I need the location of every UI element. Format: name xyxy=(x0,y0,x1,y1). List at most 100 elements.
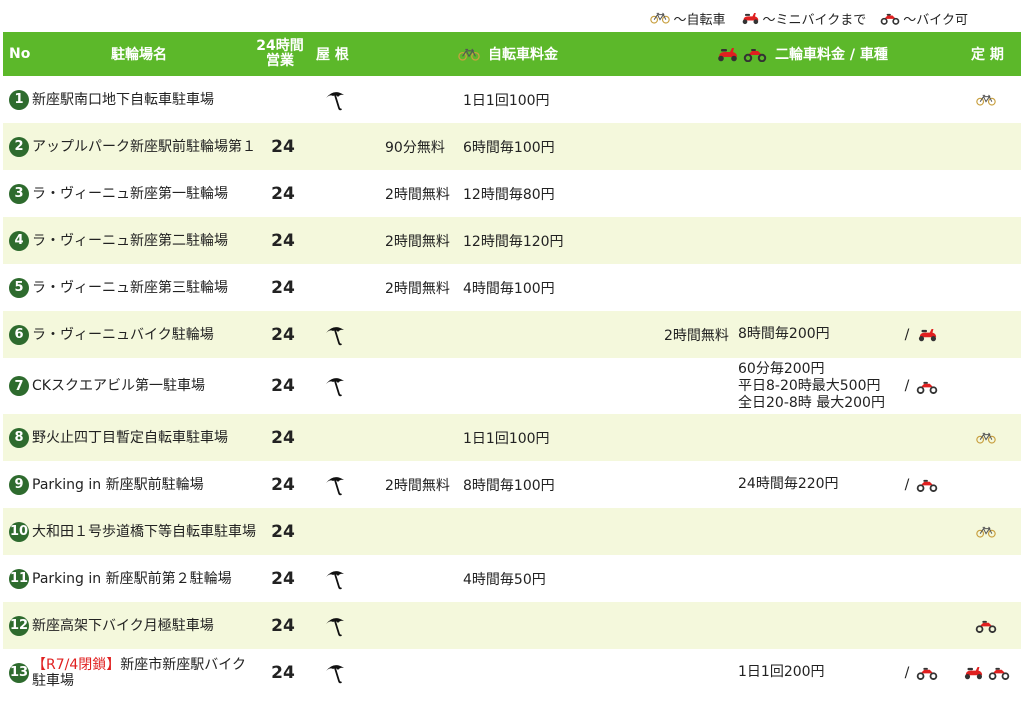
parking-name: 野火止四丁目暫定自転車駐車場 xyxy=(32,430,228,446)
roof-cell xyxy=(321,311,349,358)
row-number-badge: 11 xyxy=(9,568,29,589)
pass-cell xyxy=(948,123,1023,170)
table-row: 9 Parking in 新座駅前駐輪場 24 2時間無料 8時間毎100円 24時間毎2… xyxy=(3,461,1021,508)
row-number-badge: 2 xyxy=(9,136,29,157)
row-number-badge: 9 xyxy=(9,474,29,495)
fee-type-separator: / xyxy=(904,326,910,343)
fee-type-separator: / xyxy=(904,664,910,681)
scooter-icon xyxy=(715,46,739,62)
table-row: 4 ラ・ヴィーニュ新座第二駐輪場 24 2時間無料 12時間毎120円 xyxy=(3,217,1021,264)
vehicle-type-cell xyxy=(913,555,941,602)
motorbike-icon xyxy=(916,379,938,394)
roof-cell xyxy=(321,602,349,649)
fee-type-separator xyxy=(901,217,913,264)
motorbike-free-time xyxy=(664,76,736,123)
table-header: No 駐輪場名 24時間 営業 屋 根 自転車料金 二輪車料金 / 車種 定 期 xyxy=(3,32,1021,76)
motorbike-icon xyxy=(975,618,997,633)
parking-name-text: ラ・ヴィーニュバイク駐輪場 xyxy=(32,326,214,343)
pass-cell xyxy=(948,508,1023,555)
table-row: 12 新座高架下バイク月極駐車場 24 xyxy=(3,602,1021,649)
motorbike-free-time xyxy=(664,217,736,264)
parking-name-text: 新座高架下バイク月極駐車場 xyxy=(32,617,214,634)
motorbike-fee xyxy=(738,508,898,555)
bicycle-free-time: 2時間無料 xyxy=(385,186,450,203)
vehicle-type-cell xyxy=(913,123,941,170)
bicycle-free-time: 90分無料 xyxy=(385,139,445,156)
bicycle-fee: 12時間毎80円 xyxy=(463,186,555,203)
bicycle-fee xyxy=(463,311,643,358)
bicycle-free-time xyxy=(385,414,459,461)
bicycle-free-time: 2時間無料 xyxy=(385,233,450,250)
motorbike-free-time xyxy=(664,414,736,461)
row-number-cell: 13 xyxy=(8,649,30,696)
fee-type-separator xyxy=(901,264,913,311)
table-row: 13 【R7/4閉鎖】新座市新座駅バイク駐車場 24 1日1回200円 / xyxy=(3,649,1021,696)
parking-name-text: ラ・ヴィーニュ新座第二駐輪場 xyxy=(32,232,228,249)
row-number-badge: 10 xyxy=(9,521,29,542)
legend-motorbike-label: 〜バイク可 xyxy=(903,12,968,28)
fee-type-separator: / xyxy=(904,378,910,394)
umbrella-icon xyxy=(324,662,346,684)
open-24h: 24 xyxy=(271,615,295,636)
pass-cell xyxy=(948,649,1023,696)
motorbike-fee xyxy=(738,555,898,602)
roof-cell xyxy=(321,76,349,123)
motorbike-free-time: 2時間無料 xyxy=(664,327,729,344)
vehicle-type-cell xyxy=(913,311,941,358)
motorbike-fee xyxy=(738,76,898,123)
bicycle-icon xyxy=(650,12,670,24)
parking-name: 新座駅南口地下自転車駐車場 xyxy=(32,92,214,108)
roof-cell xyxy=(321,358,349,414)
fee-type-separator xyxy=(901,414,913,461)
open-24h: 24 xyxy=(271,230,295,251)
umbrella-icon xyxy=(324,89,346,111)
motorbike-fee-line: 8時間毎200円 xyxy=(738,326,830,342)
parking-name-cell: 新座駅南口地下自転車駐車場 xyxy=(32,76,257,123)
vehicle-type-cell xyxy=(913,170,941,217)
header-pass: 定 期 xyxy=(971,47,1004,63)
bicycle-fee: 8時間毎100円 xyxy=(463,477,555,494)
table-row: 6 ラ・ヴィーニュバイク駐輪場 24 2時間無料 8時間毎200円 / xyxy=(3,311,1021,358)
parking-name: Parking in 新座駅前第２駐輪場 xyxy=(32,571,232,587)
parking-name-text: 新座駅南口地下自転車駐車場 xyxy=(32,91,214,108)
bicycle-fee: 1日1回100円 xyxy=(463,430,550,447)
vehicle-type-cell xyxy=(913,602,941,649)
parking-name-text: Parking in 新座駅前駐輪場 xyxy=(32,476,204,493)
bicycle-free-time xyxy=(385,649,459,696)
umbrella-icon xyxy=(324,324,346,346)
header-roof: 屋 根 xyxy=(316,47,349,63)
parking-name: 新座高架下バイク月極駐車場 xyxy=(32,618,214,634)
row-number-cell: 5 xyxy=(8,264,30,311)
motorbike-free-time xyxy=(664,170,736,217)
pass-cell xyxy=(948,555,1023,602)
header-motorbike-fee: 二輪車料金 / 車種 xyxy=(715,32,888,76)
bicycle-free-time xyxy=(385,555,459,602)
open-24h: 24 xyxy=(271,324,295,345)
bicycle-free-time xyxy=(385,358,459,414)
vehicle-type-cell xyxy=(913,217,941,264)
parking-name-text: ラ・ヴィーニュ新座第三駐輪場 xyxy=(32,279,228,296)
parking-name: ラ・ヴィーニュ新座第二駐輪場 xyxy=(32,233,228,249)
parking-name-cell: アップルパーク新座駅前駐輪場第１ xyxy=(32,123,257,170)
row-number-badge: 8 xyxy=(9,427,29,448)
parking-name: ラ・ヴィーニュバイク駐輪場 xyxy=(32,327,214,343)
pass-cell xyxy=(948,76,1023,123)
motorbike-icon xyxy=(880,11,900,25)
fee-type-separator xyxy=(901,555,913,602)
parking-name: ラ・ヴィーニュ新座第三駐輪場 xyxy=(32,280,228,296)
bicycle-icon xyxy=(976,432,996,444)
motorbike-fee: 8時間毎200円 xyxy=(738,311,898,358)
legend: 〜自転車 〜ミニバイクまで 〜バイク可 xyxy=(636,8,968,28)
parking-name-cell: ラ・ヴィーニュ新座第三駐輪場 xyxy=(32,264,257,311)
header-name: 駐輪場名 xyxy=(111,47,167,63)
roof-cell xyxy=(321,508,349,555)
motorbike-fee xyxy=(738,217,898,264)
parking-name-cell: 大和田１号歩道橋下等自転車駐車場 xyxy=(32,508,257,555)
motorbike-fee: 24時間毎220円 xyxy=(738,461,898,508)
roof-cell xyxy=(321,414,349,461)
parking-name-text: アップルパーク新座駅前駐輪場第１ xyxy=(32,138,256,155)
row-number-cell: 10 xyxy=(8,508,30,555)
bicycle-free-time xyxy=(385,76,459,123)
bicycle-fee: 1日1回100円 xyxy=(463,92,550,109)
table-row: 5 ラ・ヴィーニュ新座第三駐輪場 24 2時間無料 4時間毎100円 xyxy=(3,264,1021,311)
